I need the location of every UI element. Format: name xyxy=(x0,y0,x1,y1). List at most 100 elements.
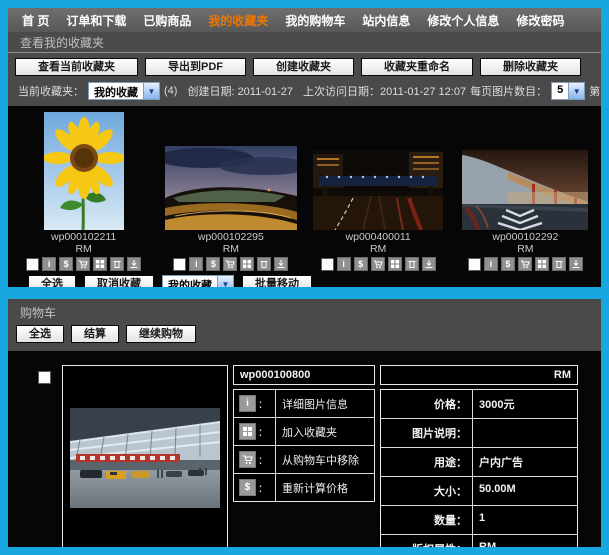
delete-icon[interactable] xyxy=(552,257,566,271)
description-value xyxy=(473,419,577,447)
unfavorite-button[interactable]: 取消收藏 xyxy=(84,275,154,287)
info-icon[interactable]: i xyxy=(484,257,498,271)
license-badge: RM xyxy=(517,243,533,255)
chevron-down-icon: ▼ xyxy=(217,276,233,287)
info-icon[interactable]: i xyxy=(239,395,256,412)
price-icon[interactable]: $ xyxy=(59,257,73,271)
cart-icon[interactable] xyxy=(223,257,237,271)
rename-folder-button[interactable]: 收藏夹重命名 xyxy=(361,58,473,76)
favorite-icon[interactable] xyxy=(535,257,549,271)
cart-header: 购物车 全选 结算 继续购物 xyxy=(8,299,601,351)
detail-row-quantity: 数量： 1 xyxy=(381,506,577,535)
price-icon[interactable]: $ xyxy=(239,479,256,496)
cart-icon[interactable] xyxy=(76,257,90,271)
delete-icon[interactable] xyxy=(405,257,419,271)
item-checkbox[interactable] xyxy=(26,258,39,271)
info-icon[interactable]: i xyxy=(337,257,351,271)
create-folder-button[interactable]: 创建收藏夹 xyxy=(253,58,354,76)
cart-title: 购物车 xyxy=(8,302,601,324)
thumbnail-terminal-interior[interactable] xyxy=(70,408,220,508)
cart-item-details-table: 价格： 3000元 图片说明： 用途： 户内广告 大小： 50.00M 数量： xyxy=(380,389,578,547)
cart-item-details-column: RM 价格： 3000元 图片说明： 用途： 户内广告 大小： 50.00M xyxy=(380,365,578,547)
cart-select-all-button[interactable]: 全选 xyxy=(16,325,64,343)
favorite-icon[interactable] xyxy=(388,257,402,271)
download-icon[interactable] xyxy=(274,257,288,271)
gallery-item: wp000102292 RM i $ xyxy=(452,108,599,271)
export-pdf-button[interactable]: 导出到PDF xyxy=(145,58,246,76)
last-visit-date: 上次访问日期：2011-01-27 12:07 xyxy=(303,83,466,99)
cart-icon[interactable] xyxy=(239,451,256,468)
favorites-toolbar: 查看当前收藏夹 导出到PDF 创建收藏夹 收藏夹重命名 删除收藏夹 xyxy=(8,53,601,79)
quantity-value: 1 xyxy=(473,506,577,534)
nav-purchased[interactable]: 已购商品 xyxy=(143,12,191,29)
chevron-down-icon: ▼ xyxy=(568,83,584,99)
item-checkbox[interactable] xyxy=(173,258,186,271)
item-checkbox[interactable] xyxy=(468,258,481,271)
download-icon[interactable] xyxy=(127,257,141,271)
thumbnail-sunflower[interactable] xyxy=(44,112,124,230)
price-value: 3000元 xyxy=(473,390,577,418)
favorite-icon[interactable] xyxy=(93,257,107,271)
batch-move-button[interactable]: 批量移动 xyxy=(242,275,312,287)
main-nav: 首 页 订单和下载 已购商品 我的收藏夹 我的购物车 站内信息 修改个人信息 修… xyxy=(8,8,601,32)
detail-row-size: 大小： 50.00M xyxy=(381,477,577,506)
cart-item-actions-table: i 详细图片信息 加入收藏夹 从购物车中移除 $ 重新计算价格 xyxy=(233,389,375,502)
cart-item-image-cell xyxy=(62,365,228,547)
license-badge: RM xyxy=(370,243,386,255)
price-icon[interactable]: $ xyxy=(354,257,368,271)
delete-folder-button[interactable]: 删除收藏夹 xyxy=(480,58,581,76)
nav-my-cart[interactable]: 我的购物车 xyxy=(285,12,345,29)
action-row-remove-from-cart[interactable]: 从购物车中移除 xyxy=(234,446,374,474)
cart-icon[interactable] xyxy=(518,257,532,271)
view-current-folder-button[interactable]: 查看当前收藏夹 xyxy=(15,58,138,76)
price-icon[interactable]: $ xyxy=(206,257,220,271)
cart-item-id: wp000100800 xyxy=(233,365,375,385)
cart-item-checkbox[interactable] xyxy=(38,371,51,384)
download-icon[interactable] xyxy=(422,257,436,271)
delete-icon[interactable] xyxy=(110,257,124,271)
image-id: wp000102211 xyxy=(51,231,116,243)
nav-change-password[interactable]: 修改密码 xyxy=(516,12,564,29)
item-checkbox[interactable] xyxy=(321,258,334,271)
current-folder-label: 当前收藏夹： xyxy=(18,83,84,99)
continue-shopping-button[interactable]: 继续购物 xyxy=(126,325,196,343)
move-target-folder-select[interactable]: 我的收藏 ▼ xyxy=(162,275,234,287)
license-value: RM xyxy=(473,535,577,547)
breadcrumb: 查看我的收藏夹 xyxy=(8,32,601,53)
favorites-gallery: wp000102211 RM i $ xyxy=(8,106,601,271)
gallery-actions-bar: 全选 取消收藏 我的收藏 ▼ 批量移动 xyxy=(8,271,601,287)
cart-item-actions-column: wp000100800 i 详细图片信息 加入收藏夹 从购物车中移除 $ 重新计… xyxy=(233,365,375,502)
nav-edit-profile[interactable]: 修改个人信息 xyxy=(427,12,499,29)
per-page-select[interactable]: 5 ▼ xyxy=(551,82,585,100)
nav-messages[interactable]: 站内信息 xyxy=(362,12,410,29)
folder-select[interactable]: 我的收藏 ▼ xyxy=(88,82,160,100)
action-row-add-favorite[interactable]: 加入收藏夹 xyxy=(234,418,374,446)
info-icon[interactable]: i xyxy=(42,257,56,271)
action-row-recalculate[interactable]: $ 重新计算价格 xyxy=(234,474,374,501)
license-badge: RM xyxy=(75,243,91,255)
cart-item-license: RM xyxy=(380,365,578,385)
select-all-button[interactable]: 全选 xyxy=(28,275,76,287)
price-icon[interactable]: $ xyxy=(501,257,515,271)
license-badge: RM xyxy=(223,243,239,255)
nav-home[interactable]: 首 页 xyxy=(22,12,49,29)
thumbnail-airport-curb[interactable] xyxy=(462,150,588,230)
nav-orders-downloads[interactable]: 订单和下载 xyxy=(66,12,126,29)
cart-panel: 购物车 全选 结算 继续购物 xyxy=(8,299,601,547)
folder-count: (4) xyxy=(164,85,177,97)
delete-icon[interactable] xyxy=(257,257,271,271)
detail-row-license: 版权属性： RM xyxy=(381,535,577,547)
thumbnail-terminal-dusk[interactable] xyxy=(165,146,297,230)
cart-icon[interactable] xyxy=(371,257,385,271)
checkout-button[interactable]: 结算 xyxy=(71,325,119,343)
thumbnail-night-road[interactable] xyxy=(313,150,443,230)
action-row-details[interactable]: i 详细图片信息 xyxy=(234,390,374,418)
image-id: wp000400011 xyxy=(346,231,411,243)
chevron-down-icon: ▼ xyxy=(143,83,159,99)
info-icon[interactable]: i xyxy=(189,257,203,271)
cart-item-row: wp000100800 i 详细图片信息 加入收藏夹 从购物车中移除 $ 重新计… xyxy=(8,351,601,547)
download-icon[interactable] xyxy=(569,257,583,271)
favorite-icon[interactable] xyxy=(239,423,256,440)
favorite-icon[interactable] xyxy=(240,257,254,271)
nav-my-favorites[interactable]: 我的收藏夹 xyxy=(208,12,268,29)
